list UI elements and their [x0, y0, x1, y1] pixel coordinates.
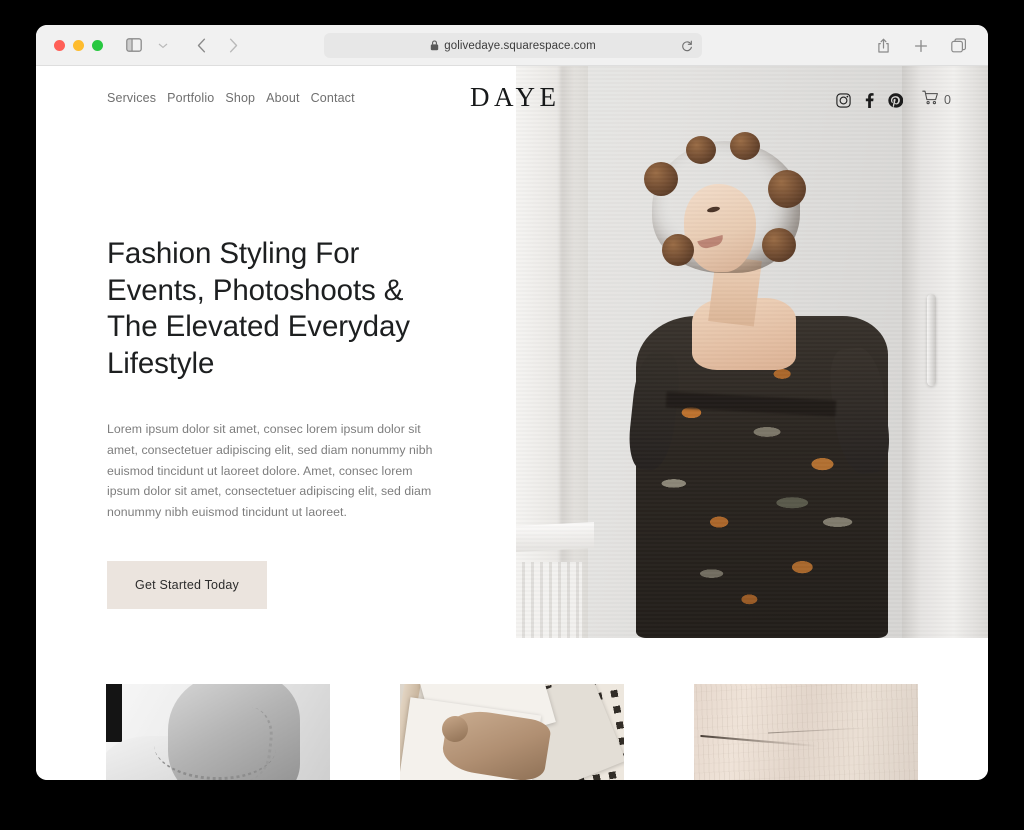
browser-toolbar: golivedaye.squarespace.com [36, 25, 988, 66]
page-title: Fashion Styling For Events, Photoshoots … [107, 237, 410, 380]
facebook-icon[interactable] [865, 92, 874, 108]
site-navigation: Services Portfolio Shop About Contact DA… [36, 66, 988, 138]
gallery-item-stone-texture[interactable] [694, 684, 918, 780]
hero-image [516, 66, 988, 638]
nav-item-shop[interactable]: Shop [225, 91, 255, 105]
hero-body-text: Lorem ipsum dolor sit amet, consec lorem… [107, 422, 433, 520]
hero-brick-edge [560, 66, 573, 638]
hero-door-handle [927, 294, 936, 386]
hero-hair-curl [762, 228, 796, 262]
gallery-3-veins [694, 684, 918, 780]
nav-item-portfolio[interactable]: Portfolio [167, 91, 214, 105]
gallery-item-polaroids[interactable] [400, 684, 624, 780]
lock-icon [430, 40, 439, 51]
share-icon[interactable] [870, 34, 896, 58]
reload-icon[interactable] [681, 40, 693, 52]
close-button[interactable] [54, 39, 65, 51]
hero-wall-left [516, 66, 588, 638]
hero-window-sill [516, 521, 594, 553]
toolbar-right-group [870, 25, 972, 66]
nav-item-contact[interactable]: Contact [311, 91, 355, 105]
toolbar-left-group [121, 33, 176, 57]
forward-arrow-icon[interactable] [220, 33, 246, 57]
nav-item-about[interactable]: About [266, 91, 299, 105]
maximize-button[interactable] [92, 39, 103, 51]
gallery-row [36, 684, 988, 780]
navigation-arrows [188, 33, 246, 57]
gallery-1-dark-edge [106, 684, 122, 742]
cart-icon [922, 90, 939, 110]
instagram-icon[interactable] [836, 92, 851, 108]
plus-icon[interactable] [908, 34, 934, 58]
pinterest-icon[interactable] [888, 92, 904, 108]
hero-hair-curl [686, 136, 716, 164]
gallery-item-necklace[interactable] [106, 684, 330, 780]
browser-window: golivedaye.squarespace.com Services Port… [36, 25, 988, 780]
hero-face [684, 184, 756, 272]
traffic-lights [54, 39, 103, 51]
nav-item-services[interactable]: Services [107, 91, 156, 105]
hero-hair-curl [644, 162, 678, 196]
nav-links: Services Portfolio Shop About Contact [107, 91, 355, 105]
tabs-overview-icon[interactable] [946, 34, 972, 58]
address-bar[interactable]: golivedaye.squarespace.com [324, 33, 702, 58]
url-text: golivedaye.squarespace.com [444, 39, 596, 52]
sidebar-toggle-icon[interactable] [121, 33, 147, 57]
hero-hair-curl [768, 170, 806, 208]
chevron-down-icon[interactable] [150, 33, 176, 57]
back-arrow-icon[interactable] [188, 33, 214, 57]
hero-hair-curl [662, 234, 694, 266]
webpage-content: Services Portfolio Shop About Contact DA… [36, 66, 988, 780]
minimize-button[interactable] [73, 39, 84, 51]
cart-button[interactable]: 0 [922, 90, 951, 110]
get-started-button[interactable]: Get Started Today [107, 560, 267, 609]
gallery-1-chain-strand [206, 702, 276, 780]
cart-count: 0 [944, 93, 951, 107]
hero-copy: Fashion Styling For Events, Photoshoots … [107, 236, 437, 609]
nav-right-group: 0 [836, 90, 951, 110]
site-logo[interactable]: DAYE [466, 82, 558, 113]
hero-door-frame [902, 66, 988, 638]
hero-radiator [516, 562, 582, 638]
